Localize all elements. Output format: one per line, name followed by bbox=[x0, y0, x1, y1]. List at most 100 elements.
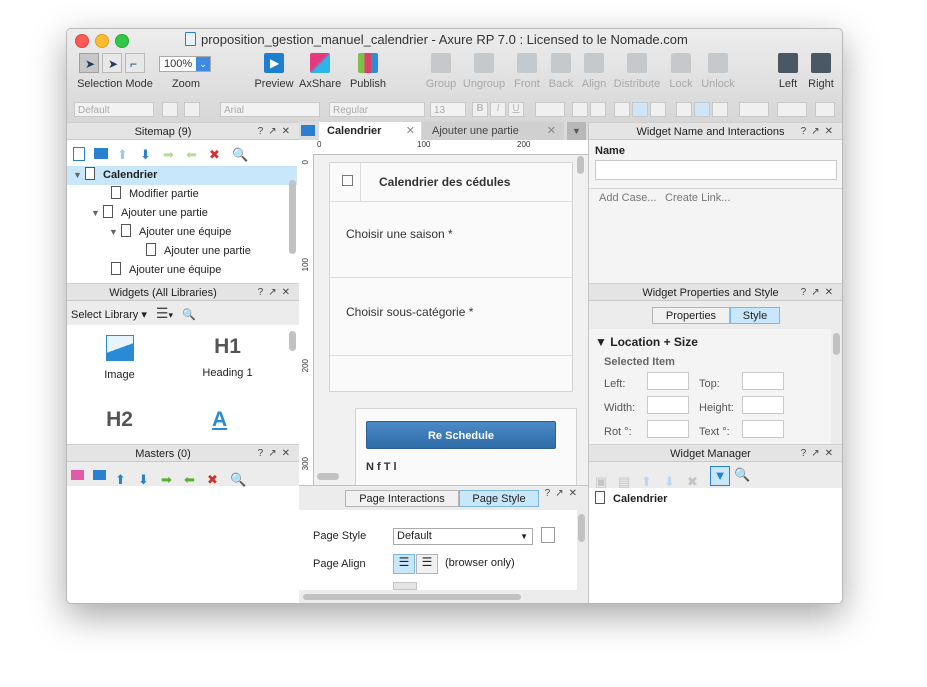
sitemap-scrollbar[interactable] bbox=[289, 180, 296, 254]
left-input[interactable] bbox=[647, 372, 689, 390]
panel-controls[interactable]: ?↗✕ bbox=[801, 284, 838, 302]
bold-button[interactable]: B bbox=[472, 102, 488, 117]
move-down-icon[interactable]: ⬇ bbox=[140, 147, 154, 162]
selection-mode-group[interactable]: ➤ ➤ ⌐ Selection Mode bbox=[75, 53, 155, 90]
select-contained-icon[interactable]: ➤ bbox=[102, 53, 122, 73]
widget-text-label[interactable]: A bbox=[212, 408, 227, 432]
design-canvas[interactable]: 0 100 200 0 100 200 300 Calendrier des c… bbox=[299, 140, 588, 486]
font-weight-select[interactable]: Regular bbox=[329, 102, 425, 117]
shadow-icon[interactable] bbox=[777, 102, 807, 117]
panel-controls[interactable]: ?↗✕ bbox=[258, 445, 295, 463]
search-icon[interactable]: 🔍 bbox=[182, 309, 196, 321]
delete-master-icon[interactable]: ✖ bbox=[207, 468, 221, 487]
indent-icon[interactable]: ➡ bbox=[163, 147, 177, 162]
close-tab-icon[interactable]: ✕ bbox=[547, 122, 556, 140]
create-link-link[interactable]: Create Link... bbox=[665, 192, 730, 204]
panel-controls[interactable]: ?↗✕ bbox=[801, 123, 838, 141]
sitemap-item-calendrier[interactable]: ▼ Calendrier bbox=[67, 166, 297, 185]
ungroup-button[interactable]: Ungroup bbox=[461, 53, 507, 90]
outdent-icon[interactable]: ⬅ bbox=[184, 468, 198, 487]
add-folder-icon[interactable] bbox=[93, 469, 106, 480]
add-folder-icon[interactable]: ▣ bbox=[595, 469, 609, 489]
tab-properties[interactable]: Properties bbox=[652, 307, 730, 324]
connector-mode-icon[interactable]: ⌐ bbox=[125, 53, 145, 73]
add-page-icon[interactable] bbox=[73, 146, 85, 161]
add-folder-icon[interactable] bbox=[94, 148, 108, 160]
subcategory-field-label[interactable]: Choisir sous-catégorie * bbox=[346, 305, 473, 319]
zoom-window-button[interactable] bbox=[115, 34, 129, 48]
page-style-editor-icon[interactable] bbox=[541, 527, 555, 543]
indent-icon[interactable]: ➡ bbox=[161, 468, 175, 487]
widget-heading1[interactable]: H1 Heading 1 bbox=[190, 335, 265, 379]
text-rotation-input[interactable] bbox=[742, 420, 784, 438]
reschedule-button[interactable]: Re Schedule bbox=[366, 421, 556, 449]
align-button[interactable]: Align bbox=[578, 53, 610, 90]
panel-controls[interactable]: ?↗✕ bbox=[258, 284, 295, 302]
align-left-page-icon[interactable]: ☰ bbox=[393, 554, 415, 574]
stepper-icon[interactable] bbox=[393, 582, 417, 590]
tab-ajouter-partie[interactable]: Ajouter une partie ✕ bbox=[422, 122, 564, 140]
front-button[interactable]: Front bbox=[511, 53, 543, 90]
back-button[interactable]: Back bbox=[545, 53, 577, 90]
close-tab-icon[interactable]: ✕ bbox=[406, 122, 415, 140]
height-input[interactable] bbox=[742, 396, 784, 414]
delete-icon[interactable]: ✖ bbox=[687, 469, 701, 489]
filter-icon[interactable]: ▼ bbox=[710, 465, 730, 486]
valign-top-icon[interactable] bbox=[676, 102, 692, 117]
sitemap-item-ajouter-equipe-2[interactable]: Ajouter une équipe bbox=[67, 261, 297, 280]
move-down-icon[interactable]: ⬇ bbox=[138, 468, 152, 487]
rotation-input[interactable] bbox=[647, 420, 689, 438]
lock-button[interactable]: Lock bbox=[665, 53, 697, 90]
widget-heading2[interactable]: H2 bbox=[82, 408, 157, 432]
align-left-text-icon[interactable] bbox=[614, 102, 630, 117]
width-input[interactable] bbox=[647, 396, 689, 414]
close-window-button[interactable] bbox=[75, 34, 89, 48]
season-field-label[interactable]: Choisir une saison * bbox=[346, 227, 453, 241]
panel-controls[interactable]: ?↗✕ bbox=[545, 488, 582, 499]
zoom-group[interactable]: 100% ⌄ Zoom bbox=[159, 53, 213, 90]
move-up-icon[interactable]: ⬆ bbox=[117, 147, 131, 162]
zoom-select[interactable]: 100% ⌄ bbox=[159, 56, 211, 72]
tab-list-dropdown[interactable]: ▼ bbox=[567, 122, 586, 140]
widget-style-select[interactable]: Default bbox=[74, 102, 154, 117]
sitemap-item-modifier-partie[interactable]: Modifier partie bbox=[67, 185, 297, 204]
sitemap-item-ajouter-partie-nested[interactable]: Ajouter une partie bbox=[67, 242, 297, 261]
location-size-toggle[interactable]: ▼ Location + Size bbox=[595, 335, 698, 349]
top-input[interactable] bbox=[742, 372, 784, 390]
font-family-select[interactable]: Arial bbox=[220, 102, 320, 117]
panel-controls[interactable]: ?↗✕ bbox=[801, 445, 838, 463]
expand-arrow-icon[interactable]: ▼ bbox=[91, 204, 101, 223]
minimize-window-button[interactable] bbox=[95, 34, 109, 48]
unlock-button[interactable]: Unlock bbox=[699, 53, 737, 90]
delete-page-icon[interactable]: ✖ bbox=[209, 147, 223, 162]
right-panel-toggle[interactable]: Right bbox=[805, 53, 837, 90]
outdent-icon[interactable]: ⬅ bbox=[186, 147, 200, 162]
border-icon[interactable] bbox=[815, 102, 835, 117]
add-master-icon[interactable] bbox=[71, 469, 84, 480]
expand-arrow-icon[interactable]: ▼ bbox=[109, 223, 119, 242]
tab-style[interactable]: Style bbox=[730, 307, 780, 324]
align-center-text-icon[interactable] bbox=[632, 102, 648, 117]
widget-manager-page[interactable]: Calendrier bbox=[595, 491, 667, 505]
widget-name-input[interactable] bbox=[595, 160, 837, 180]
widget-image[interactable]: Image bbox=[82, 335, 157, 381]
valign-middle-icon[interactable] bbox=[694, 102, 710, 117]
publish-button[interactable]: Publish bbox=[347, 53, 389, 90]
widgets-scrollbar[interactable] bbox=[289, 331, 296, 351]
move-up-icon[interactable]: ⬆ bbox=[641, 469, 655, 489]
bullet-icon[interactable] bbox=[572, 102, 588, 117]
calendar-form-card[interactable]: Calendrier des cédules Choisir une saiso… bbox=[329, 162, 573, 392]
select-intersected-icon[interactable]: ➤ bbox=[79, 53, 99, 73]
move-down-icon[interactable]: ⬇ bbox=[664, 469, 678, 489]
tab-page-interactions[interactable]: Page Interactions bbox=[345, 490, 459, 507]
sitemap-item-ajouter-equipe[interactable]: ▼ Ajouter une équipe bbox=[67, 223, 297, 242]
page-style-scrollbar[interactable] bbox=[578, 514, 585, 542]
valign-bottom-icon[interactable] bbox=[712, 102, 728, 117]
panel-controls[interactable]: ?↗✕ bbox=[258, 123, 295, 141]
search-icon[interactable]: 🔍 bbox=[734, 467, 750, 482]
fill-color-icon[interactable] bbox=[739, 102, 769, 117]
duplicate-icon[interactable]: ▤ bbox=[618, 469, 632, 489]
left-panel-toggle[interactable]: Left bbox=[773, 53, 803, 90]
align-right-text-icon[interactable] bbox=[650, 102, 666, 117]
expand-arrow-icon[interactable]: ▼ bbox=[73, 166, 83, 185]
